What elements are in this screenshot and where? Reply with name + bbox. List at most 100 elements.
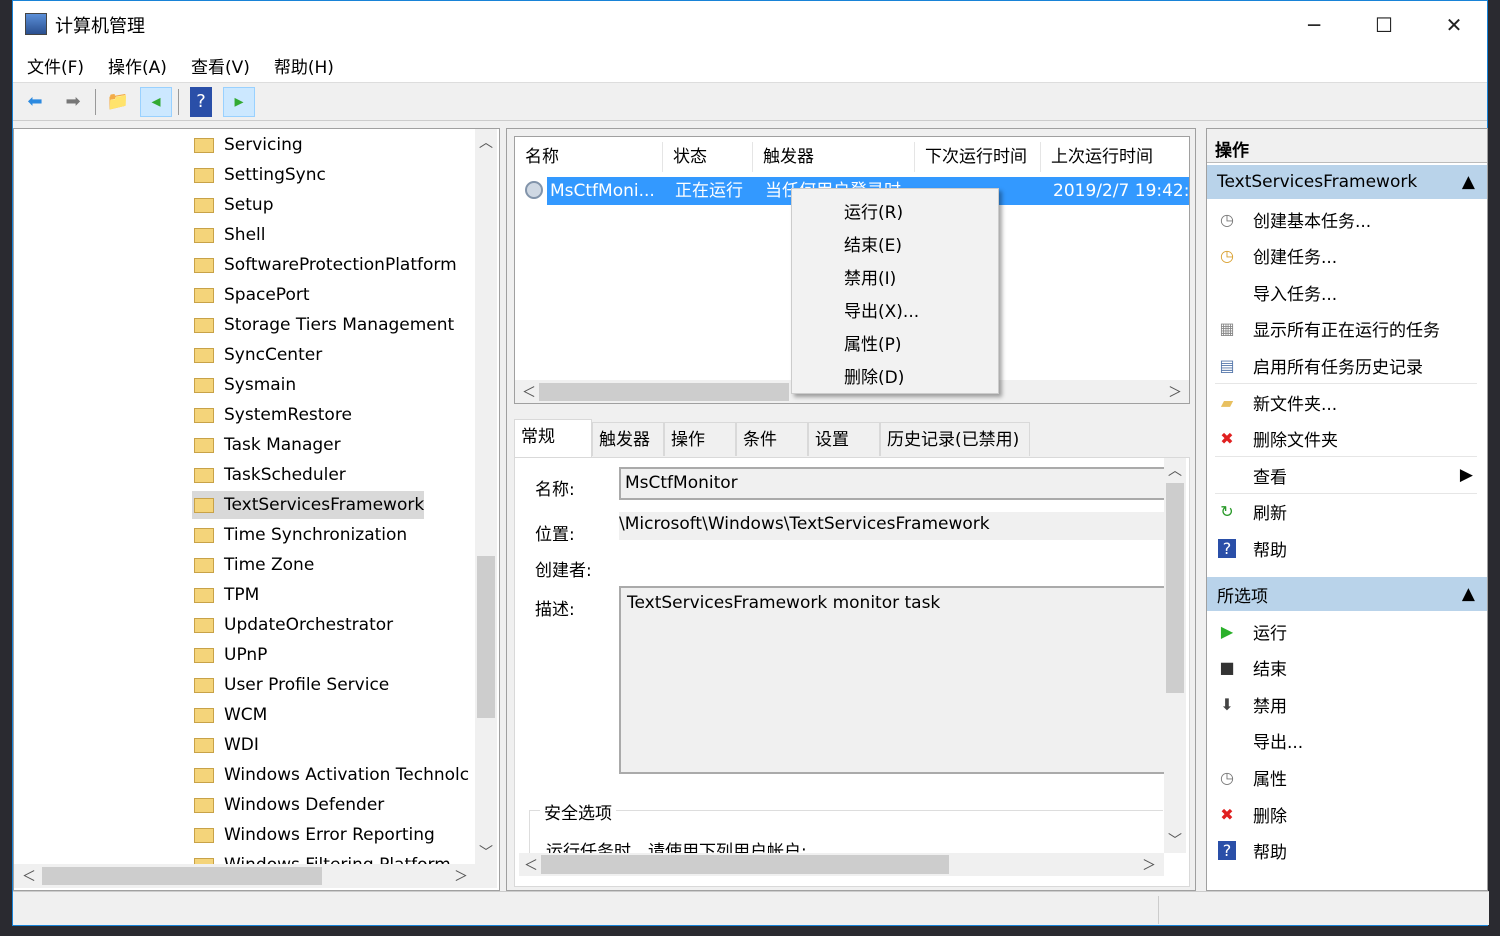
- tree-item[interactable]: SyncCenter: [192, 341, 322, 369]
- tree-vertical-scrollbar[interactable]: ︿ ﹀: [475, 129, 497, 864]
- action-item[interactable]: 导出...: [1207, 723, 1477, 759]
- tree-item[interactable]: Windows Defender: [192, 791, 384, 819]
- tree-item[interactable]: TaskScheduler: [192, 461, 346, 489]
- action-item[interactable]: ◷ 创建基本任务...: [1207, 201, 1477, 237]
- scroll-up-icon[interactable]: ︿: [475, 131, 497, 153]
- scrollbar-thumb[interactable]: [539, 383, 789, 401]
- section-header-selected-item[interactable]: 所选项 ▲: [1207, 577, 1487, 611]
- scrollbar-thumb[interactable]: [1166, 483, 1184, 693]
- tree-item[interactable]: Task Manager: [192, 431, 341, 459]
- action-item[interactable]: 导入任务...: [1207, 274, 1477, 310]
- minimize-button[interactable]: ─: [1279, 1, 1349, 48]
- tab-history[interactable]: 历史记录(已禁用): [880, 422, 1030, 456]
- action-item[interactable]: ✖ 删除: [1207, 796, 1477, 832]
- column-next-run[interactable]: 下次运行时间: [915, 142, 1041, 172]
- action-item[interactable]: ▶ 运行: [1207, 613, 1477, 649]
- tree-item[interactable]: Windows Activation Technolc: [192, 761, 469, 789]
- tree-item[interactable]: WCM: [192, 701, 267, 729]
- action-item[interactable]: ↻ 刷新: [1207, 494, 1477, 530]
- details-vertical-scrollbar[interactable]: ︿ ﹀: [1164, 458, 1186, 853]
- window-title: 计算机管理: [55, 16, 145, 37]
- scrollbar-thumb[interactable]: [541, 855, 949, 874]
- help-icon[interactable]: ?: [190, 86, 212, 117]
- scroll-right-icon[interactable]: ＞: [1139, 853, 1159, 876]
- action-item[interactable]: ⬇ 禁用: [1207, 686, 1477, 722]
- scroll-down-icon[interactable]: ﹀: [475, 841, 497, 863]
- action-item[interactable]: ▦ 显示所有正在运行的任务: [1207, 311, 1477, 347]
- tree-item[interactable]: SpacePort: [192, 281, 310, 309]
- tab-triggers[interactable]: 触发器: [592, 422, 664, 456]
- tree-item[interactable]: SoftwareProtectionPlatform: [192, 251, 457, 279]
- scrollbar-thumb[interactable]: [477, 556, 495, 718]
- scroll-right-icon[interactable]: ＞: [450, 864, 472, 888]
- column-last-run[interactable]: 上次运行时间: [1041, 142, 1189, 172]
- action-item[interactable]: ✖ 删除文件夹: [1207, 421, 1477, 457]
- scroll-right-icon[interactable]: ＞: [1165, 380, 1185, 403]
- scroll-down-icon[interactable]: ﹀: [1164, 830, 1186, 850]
- column-name[interactable]: 名称: [515, 142, 663, 172]
- section-header-textservicesframework[interactable]: TextServicesFramework ▲: [1207, 165, 1487, 199]
- scroll-left-icon[interactable]: ＜: [18, 864, 40, 888]
- tree-item-label: TaskScheduler: [224, 465, 346, 485]
- action-label: 属性: [1253, 769, 1287, 790]
- action-item[interactable]: ▤ 启用所有任务历史记录: [1207, 347, 1477, 383]
- context-menu-end[interactable]: 结束(E): [844, 231, 902, 256]
- tree-item[interactable]: Time Synchronization: [192, 521, 407, 549]
- forward-arrow-icon[interactable]: ➡: [57, 87, 89, 117]
- menu-view[interactable]: 查看(V): [191, 53, 250, 78]
- details-horizontal-scrollbar[interactable]: ＜ ＞: [519, 853, 1164, 876]
- close-button[interactable]: ✕: [1419, 1, 1489, 48]
- description-field[interactable]: TextServicesFramework monitor task: [619, 586, 1164, 774]
- column-status[interactable]: 状态: [663, 142, 753, 172]
- tree-item[interactable]: SettingSync: [192, 161, 326, 189]
- action-item[interactable]: ◷ 属性: [1207, 759, 1477, 795]
- action-item[interactable]: 查看 ▶: [1207, 457, 1477, 493]
- tree-item[interactable]: Sysmain: [192, 371, 296, 399]
- tab-general[interactable]: 常规: [514, 419, 592, 457]
- action-item[interactable]: ◷ 创建任务...: [1207, 238, 1477, 274]
- tree-horizontal-scrollbar[interactable]: ＜ ＞: [14, 864, 497, 888]
- action-item[interactable]: ? 帮助: [1207, 530, 1477, 566]
- tree-item[interactable]: Servicing: [192, 131, 303, 159]
- context-menu-delete[interactable]: 删除(D): [844, 363, 904, 388]
- tree-item[interactable]: SystemRestore: [192, 401, 352, 429]
- tab-actions[interactable]: 操作: [664, 422, 736, 456]
- name-field[interactable]: MsCtfMonitor: [619, 467, 1164, 500]
- tree-item[interactable]: TPM: [192, 581, 259, 609]
- tab-conditions[interactable]: 条件: [736, 422, 808, 456]
- tree-item[interactable]: Shell: [192, 221, 265, 249]
- tree-item[interactable]: TextServicesFramework: [192, 491, 425, 519]
- scroll-left-icon[interactable]: ＜: [521, 853, 541, 876]
- tree-item[interactable]: Time Zone: [192, 551, 314, 579]
- context-menu-disable[interactable]: 禁用(I): [844, 264, 896, 289]
- location-field[interactable]: \Microsoft\Windows\TextServicesFramework: [619, 512, 1164, 540]
- tree-item[interactable]: Storage Tiers Management: [192, 311, 454, 339]
- scroll-up-icon[interactable]: ︿: [1164, 460, 1186, 480]
- scrollbar-thumb[interactable]: [42, 867, 322, 885]
- tree-item[interactable]: UpdateOrchestrator: [192, 611, 393, 639]
- collapse-icon[interactable]: ▲: [1462, 172, 1475, 192]
- action-item[interactable]: ? 帮助: [1207, 833, 1477, 869]
- collapse-icon[interactable]: ▲: [1462, 584, 1475, 604]
- tree-item[interactable]: UPnP: [192, 641, 267, 669]
- menu-help[interactable]: 帮助(H): [274, 53, 334, 78]
- context-menu-run[interactable]: 运行(R): [844, 198, 903, 223]
- back-arrow-icon[interactable]: ⬅: [19, 87, 51, 117]
- context-menu-export[interactable]: 导出(X)...: [844, 297, 919, 322]
- tree-item[interactable]: WDI: [192, 731, 259, 759]
- context-menu-properties[interactable]: 属性(P): [844, 330, 902, 355]
- maximize-button[interactable]: ☐: [1349, 1, 1419, 48]
- tree-item[interactable]: Windows Error Reporting: [192, 821, 435, 849]
- action-item[interactable]: ■ 结束: [1207, 650, 1477, 686]
- tree-item[interactable]: Setup: [192, 191, 273, 219]
- tab-settings[interactable]: 设置: [808, 422, 880, 456]
- menu-file[interactable]: 文件(F): [27, 53, 84, 78]
- show-hide-action-pane-icon[interactable]: ▸: [223, 86, 255, 117]
- up-folder-icon[interactable]: 📁: [102, 87, 134, 117]
- show-hide-tree-icon[interactable]: ◂: [140, 86, 172, 117]
- tree-item[interactable]: User Profile Service: [192, 671, 389, 699]
- column-trigger[interactable]: 触发器: [753, 142, 915, 172]
- action-item[interactable]: ▰ 新文件夹...: [1207, 384, 1477, 420]
- menu-action[interactable]: 操作(A): [108, 53, 167, 78]
- scroll-left-icon[interactable]: ＜: [519, 380, 539, 403]
